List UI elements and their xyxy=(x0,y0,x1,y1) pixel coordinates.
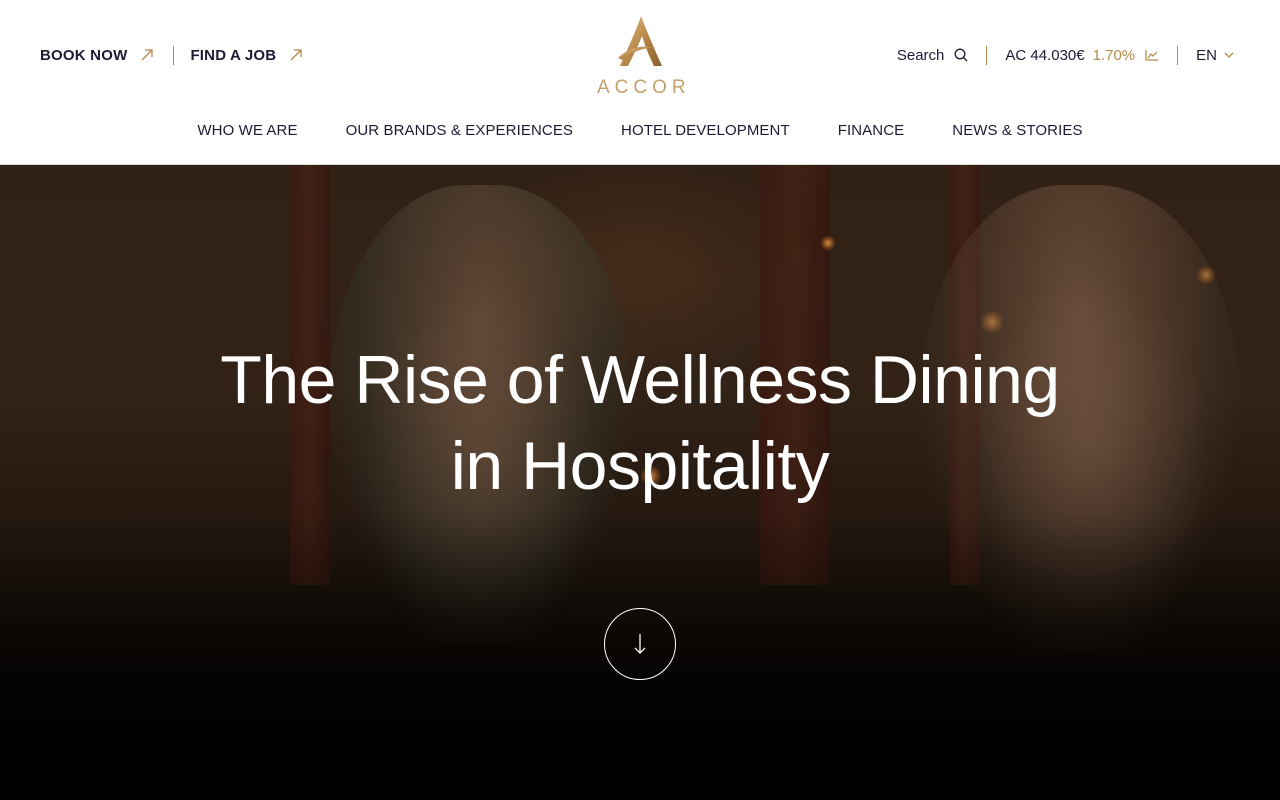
find-a-job-label: FIND A JOB xyxy=(190,46,277,64)
site-header: BOOK NOW FIND A JOB ACCOR Search AC 44.0… xyxy=(0,0,1280,165)
chevron-down-icon xyxy=(1224,52,1234,58)
accor-logo[interactable]: ACCOR xyxy=(592,14,691,98)
search-button[interactable]: Search xyxy=(897,47,969,64)
nav-item-brands-experiences[interactable]: OUR BRANDS & EXPERIENCES xyxy=(346,122,573,139)
external-arrow-icon xyxy=(290,49,302,61)
language-selector[interactable]: EN xyxy=(1196,47,1234,64)
divider xyxy=(986,45,988,65)
main-navigation: WHO WE ARE OUR BRANDS & EXPERIENCES HOTE… xyxy=(0,122,1280,139)
divider xyxy=(1177,45,1179,65)
external-links: BOOK NOW FIND A JOB xyxy=(40,44,302,66)
scroll-down-button[interactable] xyxy=(604,608,676,680)
accor-emblem-icon xyxy=(618,16,662,66)
book-now-label: BOOK NOW xyxy=(40,46,128,64)
utility-bar: Search AC 44.030€ 1.70% EN xyxy=(897,44,1234,66)
nav-item-who-we-are[interactable]: WHO WE ARE xyxy=(197,122,297,139)
search-label: Search xyxy=(896,46,945,64)
stock-change: 1.70% xyxy=(1092,46,1136,64)
hero-title-line1: The Rise of Wellness Dining xyxy=(220,342,1060,418)
arrow-down-icon xyxy=(634,634,646,654)
brand-wordmark: ACCOR xyxy=(597,77,691,98)
hero-title-line2: in Hospitality xyxy=(450,428,830,504)
stock-ticker[interactable]: AC 44.030€ 1.70% xyxy=(1005,47,1159,64)
nav-item-hotel-development[interactable]: HOTEL DEVELOPMENT xyxy=(621,122,790,139)
nav-item-news-stories[interactable]: NEWS & STORIES xyxy=(952,122,1082,139)
external-arrow-icon xyxy=(141,49,154,61)
language-label: EN xyxy=(1196,46,1217,64)
hero-banner: The Rise of Wellness Dining in Hospitali… xyxy=(0,165,1280,800)
chart-trend-icon xyxy=(1145,50,1159,61)
hero-title: The Rise of Wellness Dining in Hospitali… xyxy=(0,337,1280,509)
search-icon xyxy=(954,48,968,62)
nav-item-finance[interactable]: FINANCE xyxy=(838,122,905,139)
divider xyxy=(173,45,175,65)
find-a-job-link[interactable]: FIND A JOB xyxy=(190,47,302,64)
stock-price: AC 44.030€ xyxy=(1005,46,1085,64)
book-now-link[interactable]: BOOK NOW xyxy=(40,46,154,64)
